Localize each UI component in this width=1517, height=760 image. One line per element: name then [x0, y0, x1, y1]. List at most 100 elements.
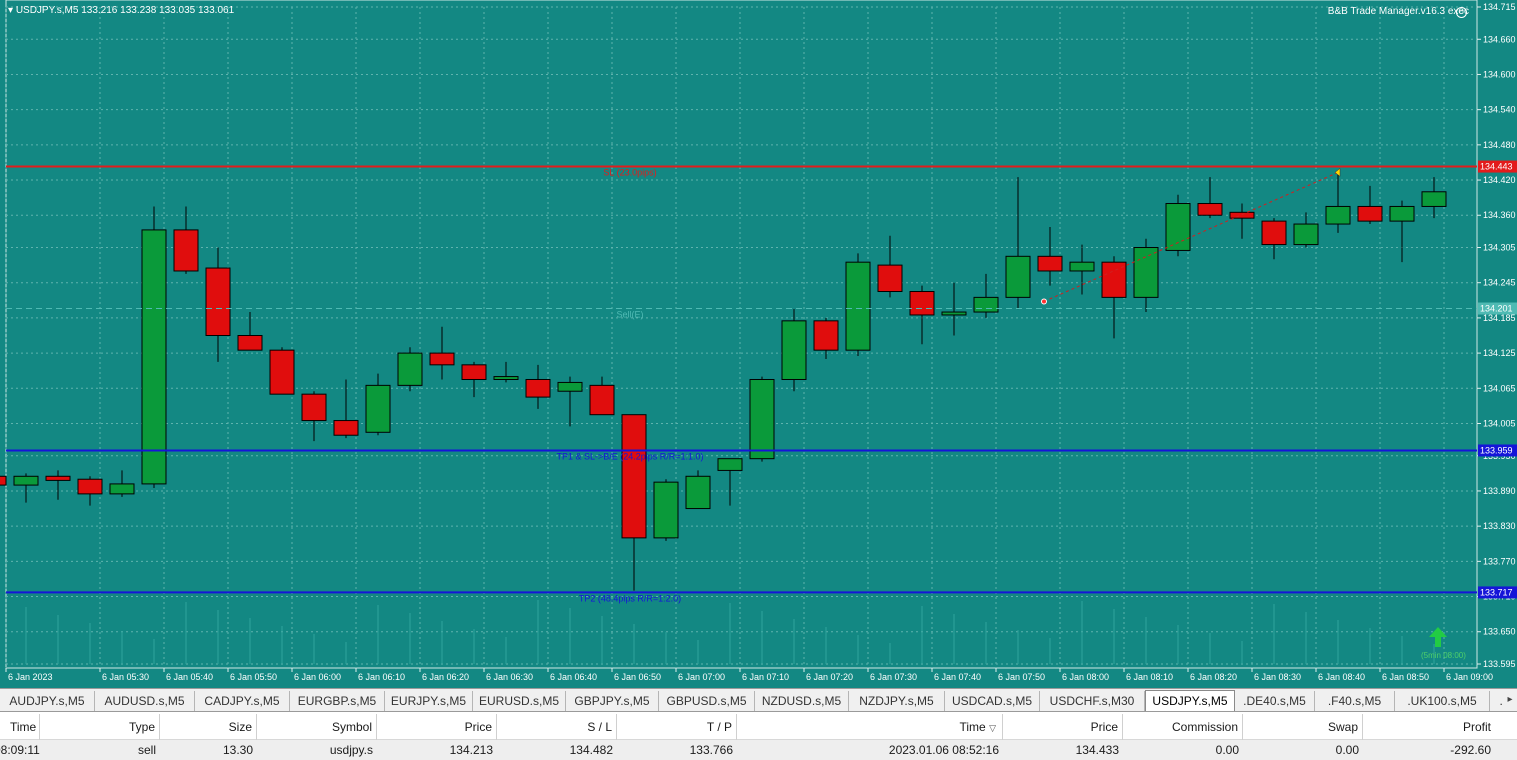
candle-bear: [1261, 220, 1287, 246]
candle-bull: [781, 320, 807, 380]
price-axis-label: 134.305: [1483, 243, 1516, 253]
candle-bear: [525, 378, 551, 398]
candle-bull: [1069, 261, 1095, 272]
buy-signal-arrow-icon: [1429, 627, 1447, 647]
price-axis-label: 134.065: [1483, 383, 1516, 393]
candle-bear: [877, 264, 903, 293]
trade-open-marker: [1041, 298, 1047, 305]
chart-tab[interactable]: EURGBP.s,M5: [290, 691, 385, 711]
time-axis-label: 6 Jan 07:30: [870, 672, 917, 682]
price-axis-label: 133.830: [1483, 521, 1516, 531]
candle-bear: [1037, 255, 1063, 272]
candle-bear: [77, 478, 103, 495]
candle-bull: [557, 381, 583, 392]
time-axis-label: 6 Jan 06:00: [294, 672, 341, 682]
candle-bull: [365, 384, 391, 433]
col-close-time-label: Time: [959, 720, 986, 734]
smiley-icon[interactable]: ☺: [1456, 7, 1467, 18]
candle-bear: [173, 229, 199, 272]
chart-tab[interactable]: EURJPY.s,M5: [385, 691, 473, 711]
tab-scroll-right-icon[interactable]: ▸: [1503, 689, 1517, 711]
time-axis-label: 6 Jan 05:50: [230, 672, 277, 682]
time-axis-label: 6 Jan 08:40: [1318, 672, 1365, 682]
candle-bear: [301, 393, 327, 422]
candle-bull: [717, 458, 743, 471]
candle-bear: [813, 320, 839, 351]
cell-profit: -292.60: [1450, 743, 1491, 757]
time-axis-label: 6 Jan 07:40: [934, 672, 981, 682]
candle-bull: [973, 296, 999, 313]
col-commission[interactable]: Commission: [1123, 714, 1243, 740]
candle-bull: [109, 483, 135, 495]
time-axis-label: 6 Jan 07:00: [678, 672, 725, 682]
time-axis-label: 6 Jan 08:10: [1126, 672, 1173, 682]
chart-tabs-bar: AUDJPY.s,M5 AUDUSD.s,M5 CADJPY.s,M5 EURGBP.…: [0, 688, 1517, 712]
candle-bear: [1197, 203, 1223, 216]
candle-bear: [237, 335, 263, 351]
chart-tab[interactable]: USDCHF.s,M30: [1040, 691, 1145, 711]
chart-tab[interactable]: .DE40.s,M5: [1235, 691, 1315, 711]
entry-price-tag-text: 134.201: [1480, 304, 1513, 314]
candle-bull: [845, 261, 871, 351]
cell-commission: 0.00: [1215, 743, 1239, 757]
chart-tab[interactable]: NZDUSD.s,M5: [755, 691, 849, 711]
col-symbol[interactable]: Symbol: [257, 714, 377, 740]
chart-tab[interactable]: AUDJPY.s,M5: [0, 691, 95, 711]
time-axis-label: 6 Jan 07:10: [742, 672, 789, 682]
price-axis-label: 134.125: [1483, 348, 1516, 358]
take-profit-1-label: TP1 & SL->B/E (24.2pips R/R=1:1.0): [556, 451, 703, 461]
cell-type: sell: [137, 743, 156, 757]
col-type[interactable]: Type: [40, 714, 160, 740]
col-time[interactable]: Time: [0, 714, 40, 740]
chart-tab[interactable]: NZDJPY.s,M5: [849, 691, 945, 711]
price-axis-label: 134.480: [1483, 140, 1516, 150]
candle-bull: [1293, 223, 1319, 246]
time-axis-label: 6 Jan 09:00: [1446, 672, 1493, 682]
chart-tab[interactable]: .UK100.s,M5: [1395, 691, 1490, 711]
table-row[interactable]: 08:09:11 sell 13.30 usdjpy.s 134.213 134…: [0, 740, 1517, 760]
candle-bull: [141, 229, 167, 485]
time-axis-label: 6 Jan 08:20: [1190, 672, 1237, 682]
cell-time: 08:09:11: [0, 743, 40, 757]
candle-bear: [461, 364, 487, 380]
take-profit-1-price-tag-text: 133.959: [1480, 445, 1513, 455]
candle-bear: [1357, 205, 1383, 222]
time-axis-label: 6 Jan 08:50: [1382, 672, 1429, 682]
chart-title-text: USDJPY.s,M5 133.216 133.238 133.035 133.…: [15, 5, 235, 16]
col-sl[interactable]: S / L: [497, 714, 617, 740]
signal-label: (5min 08:00): [1421, 651, 1466, 660]
expert-advisor-label: B&B Trade Manager.v16.3 exec: [1327, 6, 1469, 17]
candle-bull: [1389, 205, 1415, 222]
chart-canvas[interactable]: 134.715 134.660 134.600 134.540 134.480 134.4…: [0, 0, 1517, 688]
take-profit-2-price-tag-text: 133.717: [1480, 587, 1513, 597]
chart-tab[interactable]: AUDUSD.s,M5: [95, 691, 195, 711]
time-axis-label: 6 Jan 08:00: [1062, 672, 1109, 682]
chart-tab[interactable]: .F40.s,M5: [1315, 691, 1395, 711]
col-profit[interactable]: Profit: [1363, 714, 1503, 740]
col-close-price[interactable]: Price: [1003, 714, 1123, 740]
chart-tab[interactable]: EURUSD.s,M5: [473, 691, 566, 711]
time-axis-label: 6 Jan 06:10: [358, 672, 405, 682]
chart-tab[interactable]: GBPUSD.s,M5: [659, 691, 755, 711]
price-axis-label: 134.715: [1483, 2, 1516, 12]
price-axis-label: 134.005: [1483, 418, 1516, 428]
candle-bear: [589, 384, 615, 416]
time-axis-label: 6 Jan 05:30: [102, 672, 149, 682]
col-close-time[interactable]: Time ▽: [737, 714, 1003, 740]
chart-tab[interactable]: USDCAD.s,M5: [945, 691, 1040, 711]
cell-price: 134.213: [449, 743, 493, 757]
chart-tab[interactable]: USDJPY.s,M5: [1145, 690, 1235, 711]
entry-label: Sell(E): [616, 310, 643, 320]
cell-close-price: 134.433: [1075, 743, 1119, 757]
col-size[interactable]: Size: [160, 714, 257, 740]
candle-bull: [397, 352, 423, 386]
chart-menu-arrow-icon[interactable]: ▾: [8, 5, 16, 16]
chart-tab[interactable]: CADJPY.s,M5: [195, 691, 290, 711]
price-chart[interactable]: 134.715 134.660 134.600 134.540 134.480 134.4…: [0, 0, 1517, 688]
col-swap[interactable]: Swap: [1243, 714, 1363, 740]
candle-bull: [13, 475, 39, 486]
price-axis-label: 134.420: [1483, 175, 1516, 185]
col-tp[interactable]: T / P: [617, 714, 737, 740]
chart-tab[interactable]: GBPJPY.s,M5: [566, 691, 659, 711]
col-price[interactable]: Price: [377, 714, 497, 740]
